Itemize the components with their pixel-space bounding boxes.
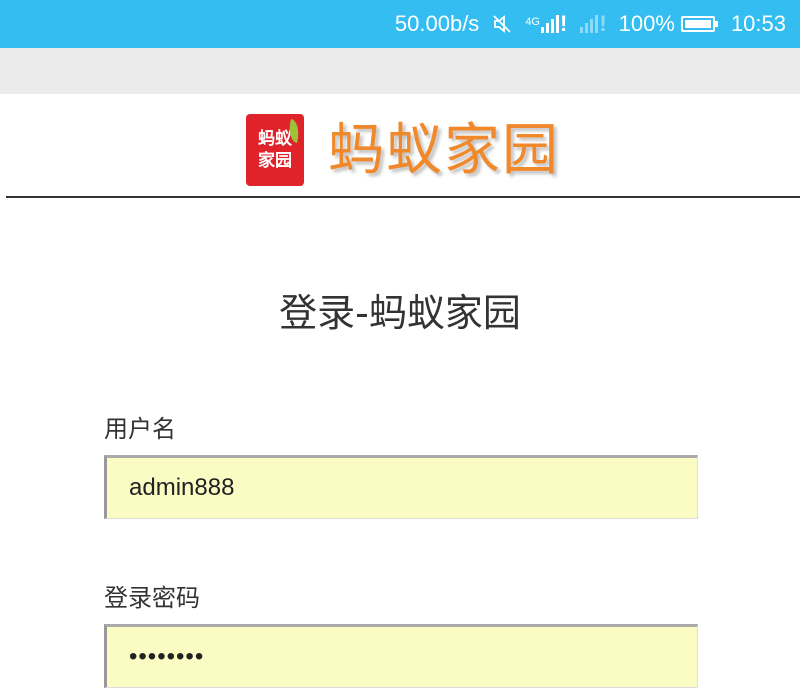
username-input[interactable] xyxy=(104,455,698,519)
password-label: 登录密码 xyxy=(104,584,200,612)
secondary-signal-icon: ! xyxy=(579,11,607,37)
signal-bars-icon xyxy=(541,15,559,33)
brand-header: 蚂蚁 家园 蚂蚁家园 xyxy=(6,94,800,198)
logo-badge: 蚂蚁 家园 xyxy=(246,114,304,186)
logo-badge-line2: 家园 xyxy=(258,151,292,171)
logo-text: 蚂蚁家园 xyxy=(328,117,560,183)
clock: 10:53 xyxy=(730,11,786,36)
status-bar: 50.00b/s 4G ! ! 100% 10:53 xyxy=(0,0,800,48)
password-input[interactable] xyxy=(104,624,698,688)
toolbar-strip xyxy=(0,48,800,94)
username-label: 用户名 xyxy=(104,415,176,443)
battery-icon xyxy=(680,16,718,32)
logo-badge-line1: 蚂蚁 xyxy=(258,129,292,149)
battery-percent: 100% xyxy=(618,11,675,36)
network-type: 4G xyxy=(525,16,540,28)
mute-icon xyxy=(491,13,513,35)
page-title: 登录-蚂蚁家园 xyxy=(279,291,521,335)
cell-signal-4g-icon: 4G ! xyxy=(525,11,568,36)
network-speed: 50.00b/s xyxy=(394,11,480,36)
